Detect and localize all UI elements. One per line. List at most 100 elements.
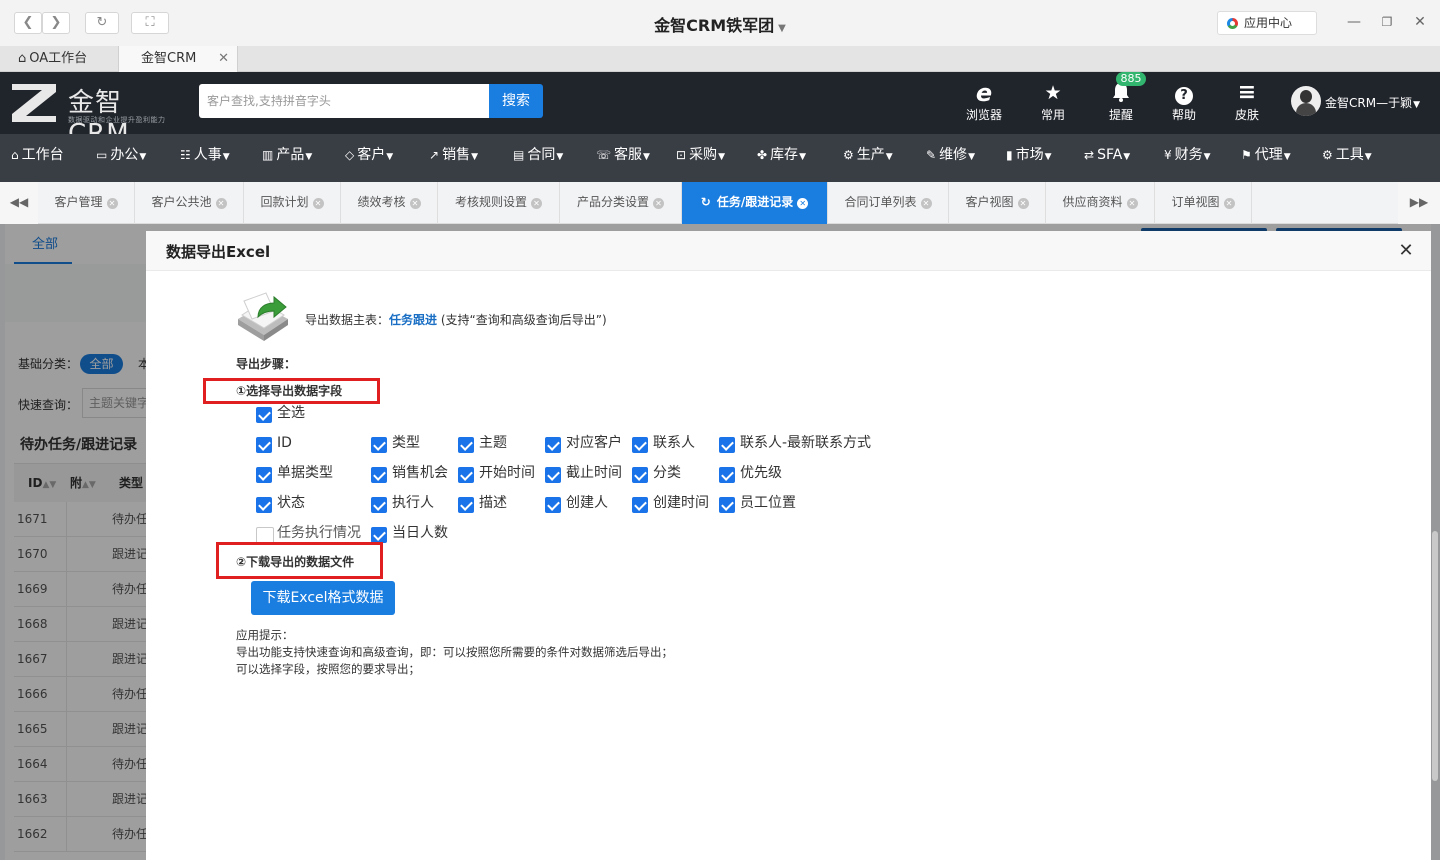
- fullscreen-button[interactable]: ⛶: [131, 12, 169, 34]
- tab-task-followup[interactable]: ↻ 任务/跟进记录 ✕: [682, 182, 828, 224]
- tab-close-icon[interactable]: ✕: [1126, 198, 1138, 209]
- tab-close-icon[interactable]: ✕: [106, 198, 118, 209]
- nav-agent[interactable]: ⚑ 代理▼: [1241, 134, 1291, 182]
- tab-rule-settings[interactable]: 考核规则设置 ✕: [438, 182, 560, 224]
- reload-button[interactable]: ↻: [85, 12, 119, 34]
- caret-down-icon: ▼: [778, 23, 786, 34]
- nav-repair[interactable]: ✎ 维修▼: [926, 134, 975, 182]
- app-center-button[interactable]: 应用中心: [1217, 11, 1317, 35]
- nav-workbench[interactable]: ⌂ 工作台: [11, 134, 64, 182]
- forward-button[interactable]: ❯: [42, 12, 70, 34]
- checkbox-field-priority[interactable]: 优先级: [719, 464, 782, 483]
- checkbox-field-doc-type[interactable]: 单据类型: [256, 464, 333, 483]
- tab-label: 客户管理: [54, 195, 103, 209]
- checkbox-select-all[interactable]: 全选: [256, 404, 305, 423]
- checkbox-field-start-time[interactable]: 开始时间: [458, 464, 535, 483]
- header-help[interactable]: ? 帮助: [1154, 80, 1214, 123]
- refresh-icon: ↻: [700, 195, 711, 209]
- tab-customer-view[interactable]: 客户视图 ✕: [949, 182, 1046, 224]
- nav-customer[interactable]: ◇ 客户▼: [345, 134, 393, 182]
- nav-inventory[interactable]: ✤ 库存▼: [757, 134, 806, 182]
- header-browser[interactable]: e 浏览器: [954, 80, 1014, 123]
- checkbox-field-contact-latest[interactable]: 联系人-最新联系方式: [719, 434, 871, 453]
- tab-close-icon[interactable]: ✕: [920, 198, 932, 209]
- nav-sfa[interactable]: ⇄ SFA▼: [1084, 134, 1130, 182]
- search-button[interactable]: 搜索: [489, 84, 543, 118]
- checkbox-field-creator[interactable]: 创建人: [545, 494, 608, 513]
- download-excel-button[interactable]: 下载Excel格式数据: [251, 581, 395, 615]
- logo: 金智CRM 数据驱动和企业提升盈利能力: [10, 82, 180, 149]
- checkbox-field-daily-count[interactable]: 当日人数: [371, 524, 448, 543]
- avatar[interactable]: [1291, 86, 1321, 116]
- nav-purchase[interactable]: ⊡ 采购▼: [676, 134, 725, 182]
- nav-production[interactable]: ⚙ 生产▼: [843, 134, 893, 182]
- home-icon: ⌂: [11, 148, 19, 162]
- header-reminders[interactable]: 提醒: [1091, 80, 1151, 123]
- wrench-icon: ✎: [926, 148, 937, 162]
- checkbox-field-staff-location[interactable]: 员工位置: [719, 494, 796, 513]
- tab-close-icon[interactable]: ✕: [1017, 198, 1029, 209]
- close-window-button[interactable]: ✕: [1410, 12, 1430, 32]
- tab-close-icon[interactable]: ✕: [312, 198, 324, 209]
- checkbox-field-opportunity[interactable]: 销售机会: [371, 464, 448, 483]
- checkbox-field-created-time[interactable]: 创建时间: [632, 494, 709, 513]
- minimize-button[interactable]: —: [1344, 12, 1364, 32]
- tabs-scroll-right-button[interactable]: ▶▶: [1398, 182, 1440, 224]
- tab-close-icon[interactable]: ✕: [531, 198, 542, 209]
- user-menu[interactable]: 金智CRM—于颖▼: [1325, 94, 1420, 111]
- header-skin[interactable]: ≡ 皮肤: [1217, 80, 1277, 123]
- checkbox-field-category[interactable]: 分类: [632, 464, 681, 483]
- tab-label: 订单视图: [1171, 195, 1220, 209]
- tab-close-icon[interactable]: ✕: [797, 198, 809, 209]
- nav-sales[interactable]: ↗ 销售▼: [429, 134, 478, 182]
- checkbox-field-contact[interactable]: 联系人: [632, 434, 695, 453]
- tab-product-category[interactable]: 产品分类设置 ✕: [560, 182, 682, 224]
- caret-down-icon: ▼: [968, 152, 975, 162]
- tab-close-icon[interactable]: ✕: [1223, 198, 1235, 209]
- restore-button[interactable]: ❐: [1377, 12, 1397, 32]
- tab-close-icon[interactable]: ✕: [218, 46, 229, 72]
- tab-close-icon[interactable]: ✕: [409, 198, 421, 209]
- tab-customer-pool[interactable]: 客户公共池 ✕: [135, 182, 244, 224]
- caret-down-icon: ▼: [643, 152, 650, 162]
- tab-close-icon[interactable]: ✕: [653, 198, 664, 209]
- app-center-label: 应用中心: [1244, 16, 1293, 30]
- checkbox-field-task-execution[interactable]: 任务执行情况: [256, 524, 361, 545]
- nav-market[interactable]: ▮ 市场▼: [1006, 134, 1052, 182]
- customer-search-input[interactable]: 客户查找,支持拼音字头: [199, 84, 489, 118]
- nav-tools[interactable]: ⚙ 工具▼: [1322, 134, 1372, 182]
- dialog-scrollbar[interactable]: [1432, 531, 1438, 781]
- checkbox-field-description[interactable]: 描述: [458, 494, 507, 513]
- tab-supplier-info[interactable]: 供应商资料 ✕: [1046, 182, 1155, 224]
- caret-down-icon: ▼: [139, 152, 147, 162]
- nav-hr[interactable]: ☷ 人事▼: [180, 134, 230, 182]
- checkbox-field-deadline[interactable]: 截止时间: [545, 464, 622, 483]
- tab-order-view[interactable]: 订单视图 ✕: [1155, 182, 1252, 224]
- checkbox-field-customer[interactable]: 对应客户: [545, 434, 622, 453]
- browser-tab-crm[interactable]: 金智CRM ✕: [118, 46, 238, 72]
- tab-close-icon[interactable]: ✕: [215, 198, 227, 209]
- dialog-close-button[interactable]: ✕: [1396, 240, 1416, 262]
- nav-product[interactable]: ▥ 产品▼: [262, 134, 312, 182]
- tab-performance[interactable]: 绩效考核 ✕: [341, 182, 438, 224]
- line-chart-icon: ↗: [429, 148, 440, 162]
- tab-contract-orders[interactable]: 合同订单列表 ✕: [828, 182, 949, 224]
- header-favorites[interactable]: ★ 常用: [1023, 80, 1083, 123]
- checkbox-field-status[interactable]: 状态: [256, 494, 305, 513]
- nav-contract[interactable]: ▤ 合同▼: [513, 134, 563, 182]
- checkbox-field-subject[interactable]: 主题: [458, 434, 507, 453]
- browser-tab-oa[interactable]: ⌂ OA工作台: [0, 46, 118, 72]
- checkbox-field-type[interactable]: 类型: [371, 434, 420, 453]
- nav-finance[interactable]: ¥ 财务▼: [1164, 134, 1211, 182]
- tabs-scroll-left-button[interactable]: ◀◀: [0, 182, 38, 224]
- caret-down-icon: ▼: [305, 152, 313, 162]
- tab-payment-plan[interactable]: 回款计划 ✕: [244, 182, 341, 224]
- nav-office[interactable]: ▭ 办公▼: [96, 134, 146, 182]
- caret-down-icon: ▼: [1203, 152, 1211, 162]
- tab-customer-management[interactable]: 客户管理 ✕: [38, 182, 135, 224]
- nav-label: 市场: [1015, 147, 1044, 163]
- back-button[interactable]: ❮: [14, 12, 42, 34]
- checkbox-field-executor[interactable]: 执行人: [371, 494, 434, 513]
- nav-service[interactable]: ☏ 客服▼: [596, 134, 650, 182]
- checkbox-field-id[interactable]: ID: [256, 434, 292, 453]
